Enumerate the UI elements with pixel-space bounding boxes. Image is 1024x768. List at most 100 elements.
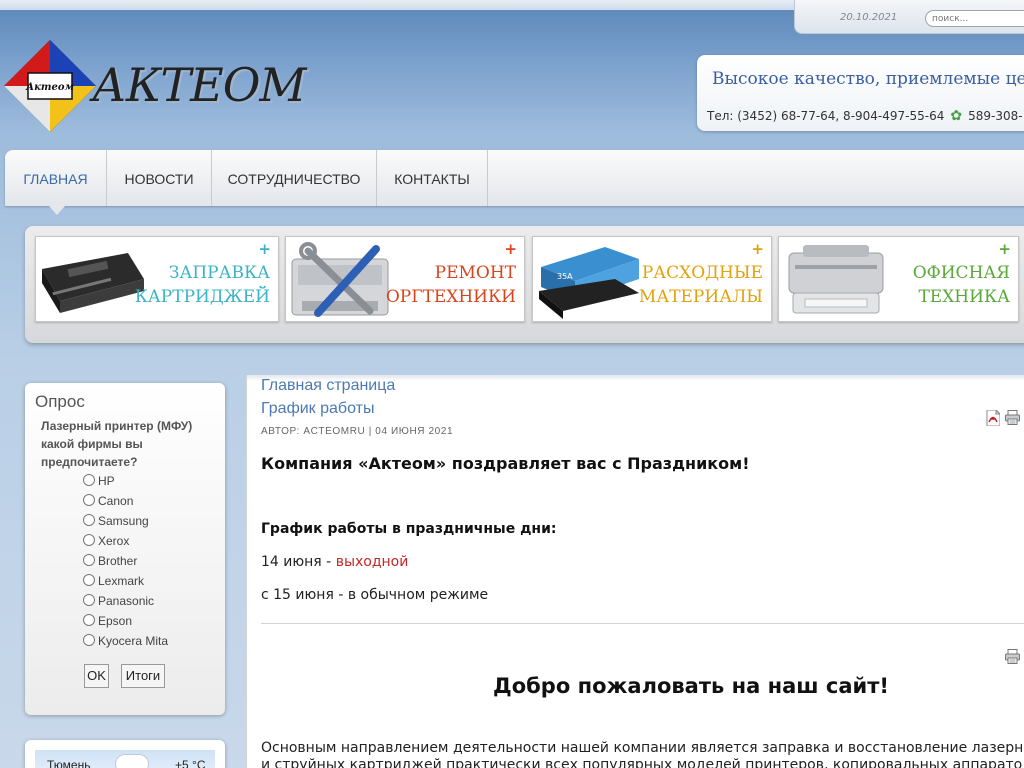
schedule-date: 14 июня -	[261, 554, 336, 570]
divider	[261, 623, 1024, 624]
intro-paragraph-line: Основным направлением деятельности нашей…	[261, 740, 1024, 756]
poll-widget: Опрос Лазерный принтер (МФУ) какой фирмы…	[25, 383, 225, 715]
poll-option[interactable]: Panasonic	[83, 594, 154, 608]
main-navigation: ГЛАВНАЯ НОВОСТИ СОТРУДНИЧЕСТВО КОНТАКТЫ	[5, 150, 1024, 215]
laser-printer-icon	[788, 245, 884, 314]
logo-text[interactable]: АКТЕОМ	[92, 58, 307, 112]
banner-label: ЗАПРАВКА КАРТРИДЖЕЙ	[135, 261, 270, 309]
banner-label-line1: РЕМОНТ	[434, 263, 516, 283]
poll-title: Опрос	[35, 392, 85, 411]
welcome-heading: Добро пожаловать на наш сайт!	[493, 674, 889, 698]
banner-consumables[interactable]: 35A + РАСХОДНЫЕ МАТЕРИАЛЫ	[532, 236, 772, 322]
banner-equipment-repair[interactable]: + РЕМОНТ ОРГТЕХНИКИ	[285, 236, 525, 322]
nav-item-cooperation[interactable]: СОТРУДНИЧЕСТВО	[212, 150, 377, 206]
logo-badge-text: Актеом	[25, 82, 74, 93]
intro-paragraph: Основным направлением деятельности нашей…	[261, 740, 1024, 768]
banner-label-line2: МАТЕРИАЛЫ	[638, 287, 763, 307]
banner-label-line1: ЗАПРАВКА	[168, 263, 270, 283]
radio-button[interactable]	[83, 534, 95, 546]
poll-option-label: HP	[98, 474, 115, 488]
icq-number: 589-308-	[968, 109, 1023, 123]
breadcrumb-home-link[interactable]: Главная страница	[261, 377, 395, 395]
weather-panel: Тюмень +5 °C	[35, 750, 215, 768]
banner-cartridge-refill[interactable]: + ЗАПРАВКА КАРТРИДЖЕЙ	[35, 236, 279, 322]
logo-emblem[interactable]: Актеом	[4, 40, 96, 132]
radio-button[interactable]	[83, 574, 95, 586]
pdf-icon[interactable]	[986, 410, 1000, 426]
svg-text:35A: 35A	[557, 272, 573, 281]
phone-numbers: Тел: (3452) 68-77-64, 8-904-497-55-64	[707, 109, 945, 123]
services-banner-panel: + ЗАПРАВКА КАРТРИДЖЕЙ + РЕМОНТ ОРГТЕХНИК…	[25, 226, 1024, 343]
poll-option-label: Xerox	[98, 534, 130, 548]
poll-option-label: Epson	[98, 614, 133, 628]
weather-temperature: +5 °C	[175, 758, 206, 768]
icq-flower-icon: ✿	[950, 108, 963, 124]
poll-option-label: Samsung	[98, 514, 149, 528]
main-content: Главная страница График работы АВТОР: AC…	[246, 375, 1024, 768]
printer-repair-icon	[291, 242, 389, 317]
banner-plus-icon: +	[504, 240, 517, 258]
radio-button[interactable]	[83, 614, 95, 626]
schedule-title: График работы в праздничные дни:	[261, 521, 557, 537]
poll-option[interactable]: Canon	[83, 494, 133, 508]
schedule-line-1: 14 июня - выходной	[261, 554, 408, 570]
poll-option-label: Canon	[98, 494, 134, 508]
slogan-panel: Высокое качество, приемлемые цены Тел: (…	[697, 55, 1024, 131]
page-title[interactable]: График работы	[261, 400, 374, 418]
banner-plus-icon: +	[751, 240, 764, 258]
poll-option[interactable]: Brother	[83, 554, 137, 568]
banner-office-equipment[interactable]: + ОФИСНАЯ ТЕХНИКА	[778, 236, 1019, 322]
radio-button[interactable]	[83, 494, 95, 506]
poll-option[interactable]: Xerox	[83, 534, 129, 548]
toner-cartridge-icon	[42, 253, 144, 313]
poll-option-label: Lexmark	[98, 574, 145, 588]
intro-paragraph-line: и струйных картриджей практически всех п…	[261, 757, 1023, 768]
poll-option-label: Brother	[98, 554, 138, 568]
active-nav-pointer	[49, 206, 65, 215]
poll-option[interactable]: Samsung	[83, 514, 149, 528]
current-date: 20.10.2021	[840, 12, 898, 23]
banner-label-line2: ТЕХНИКА	[918, 287, 1010, 307]
poll-question: Лазерный принтер (МФУ) какой фирмы вы пр…	[41, 419, 193, 469]
nav-item-home[interactable]: ГЛАВНАЯ	[5, 150, 107, 206]
nav-item-contacts[interactable]: КОНТАКТЫ	[377, 150, 488, 206]
radio-button[interactable]	[83, 514, 95, 526]
banner-label-line2: КАРТРИДЖЕЙ	[134, 287, 270, 307]
banner-label-line1: ОФИСНАЯ	[912, 263, 1010, 283]
poll-option[interactable]: Lexmark	[83, 574, 144, 588]
slogan-title: Высокое качество, приемлемые цены	[712, 69, 1024, 89]
radio-button[interactable]	[83, 594, 95, 606]
print-icon[interactable]	[1005, 410, 1020, 425]
radio-button[interactable]	[83, 634, 95, 646]
poll-option[interactable]: Kyocera Mita	[83, 634, 168, 648]
poll-option-label: Panasonic	[98, 594, 155, 608]
poll-option[interactable]: Epson	[83, 614, 132, 628]
toner-box-icon: 35A	[539, 247, 639, 319]
search-input[interactable]	[925, 10, 1024, 27]
radio-button[interactable]	[83, 554, 95, 566]
banner-plus-icon: +	[258, 240, 271, 258]
banner-label: РЕМОНТ ОРГТЕХНИКИ	[386, 261, 516, 309]
banner-label: РАСХОДНЫЕ МАТЕРИАЛЫ	[639, 261, 763, 309]
article-meta: АВТОР: ACTEOMRU | 04 ИЮНЯ 2021	[261, 426, 454, 437]
banner-label: ОФИСНАЯ ТЕХНИКА	[913, 261, 1010, 309]
weather-city: Тюмень	[47, 758, 91, 768]
nav-item-news[interactable]: НОВОСТИ	[107, 150, 212, 206]
poll-results-button[interactable]: Итоги	[121, 664, 165, 688]
print-icon[interactable]	[1005, 649, 1020, 664]
weather-widget: Тюмень +5 °C	[25, 740, 225, 768]
schedule-line-2: с 15 июня - в обычном режиме	[261, 587, 489, 603]
day-off-label: выходной	[335, 554, 409, 570]
article-headline: Компания «Актеом» поздравляет вас с Праз…	[261, 454, 750, 473]
banner-label-line1: РАСХОДНЫЕ	[641, 263, 763, 283]
date-search-box: 20.10.2021	[794, 0, 1024, 34]
radio-button[interactable]	[83, 474, 95, 486]
banner-label-line2: ОРГТЕХНИКИ	[385, 287, 516, 307]
poll-ok-button[interactable]: OK	[84, 664, 109, 688]
poll-option[interactable]: HP	[83, 474, 115, 488]
contact-phones: Тел: (3452) 68-77-64, 8-904-497-55-64 ✿ 58…	[707, 108, 1023, 124]
logo-diamond-icon: Актеом	[4, 40, 96, 132]
cloud-icon	[115, 754, 149, 768]
poll-option-label: Kyocera Mita	[98, 634, 169, 648]
banner-plus-icon: +	[998, 240, 1011, 258]
